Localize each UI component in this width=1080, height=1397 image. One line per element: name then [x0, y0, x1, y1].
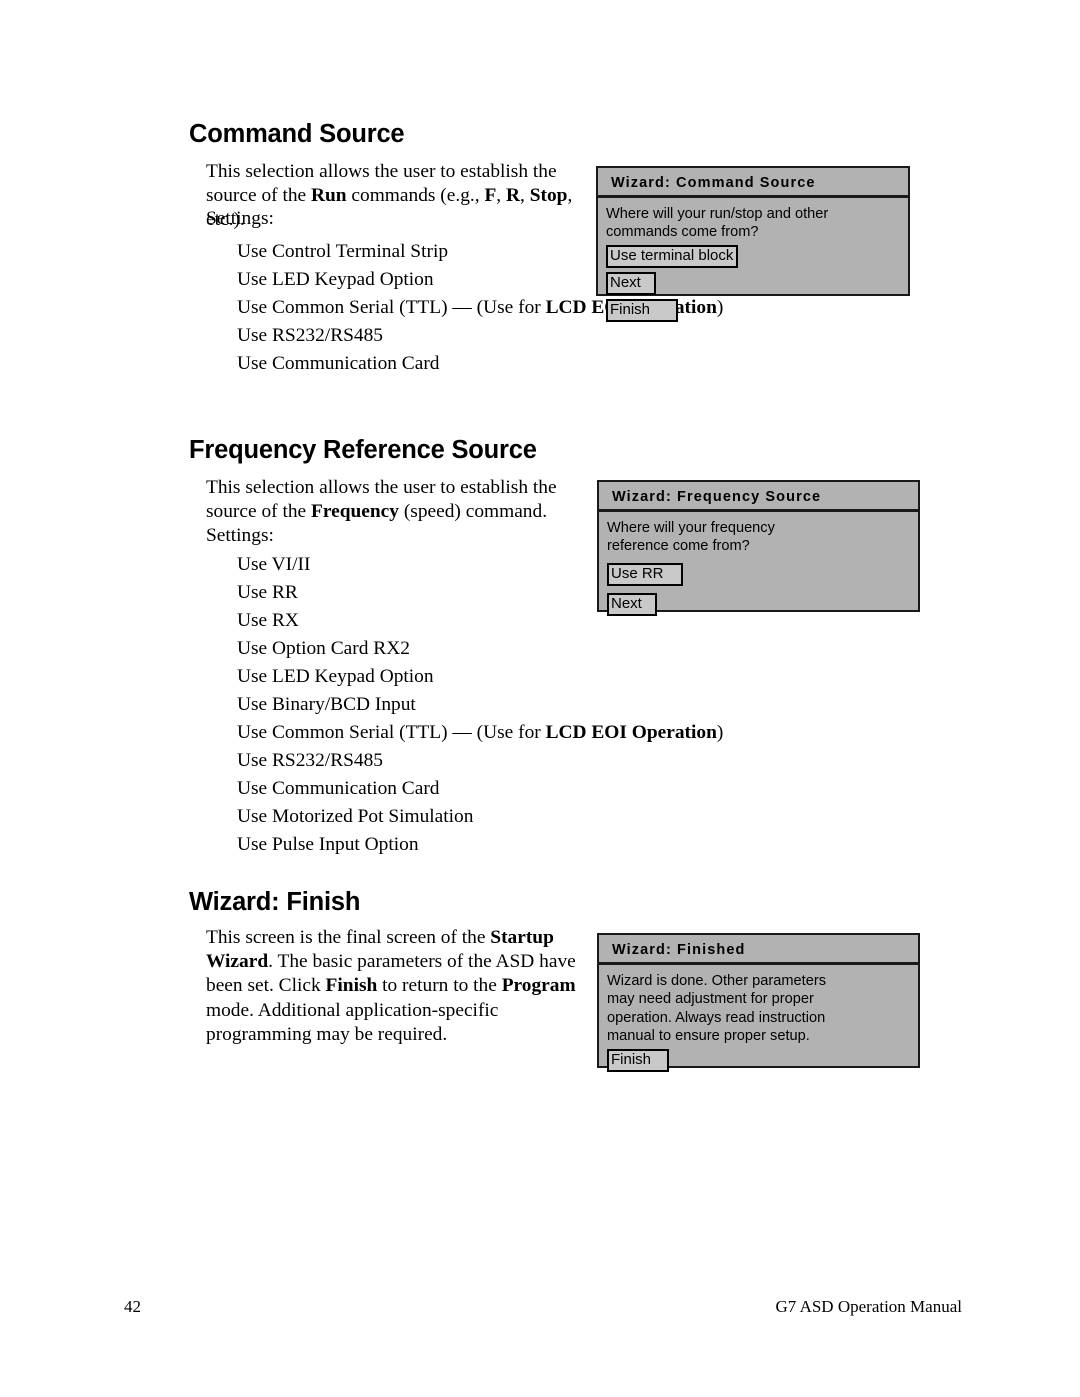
list-item: Use RS232/RS485	[237, 750, 383, 771]
button-finish[interactable]: Finish	[606, 298, 678, 322]
dialog-title-frequency-source: Wizard: Frequency Source	[599, 482, 918, 512]
paragraph-wizard-finish: This screen is the final screen of the S…	[206, 927, 576, 1045]
dialog-body-finished: Wizard is done. Other parameters may nee…	[599, 965, 918, 1072]
paragraph-frequency-reference-source: This selection allows the user to establ…	[206, 477, 557, 523]
wizard-dialog-finished: Wizard: Finished Wizard is done. Other p…	[597, 933, 920, 1072]
list-item: Use LED Keypad Option	[237, 666, 434, 687]
dialog-title-finished: Wizard: Finished	[599, 935, 918, 965]
list-item: Use LED Keypad Option	[237, 269, 434, 290]
manual-title-footer: G7 ASD Operation Manual	[775, 1297, 962, 1316]
button-next[interactable]: Next	[607, 592, 657, 616]
heading-wizard-finish: Wizard: Finish	[189, 888, 361, 916]
dialog-message-frequency-source: Where will your frequency reference come…	[607, 520, 775, 555]
wizard-dialog-command-source: Wizard: Command Source Where will your r…	[596, 166, 910, 322]
list-item: Use Common Serial (TTL) — (Use for LCD E…	[237, 722, 724, 743]
dialog-body-command-source: Where will your run/stop and other comma…	[598, 198, 908, 322]
list-item: Use RS232/RS485	[237, 325, 383, 346]
list-item: Use Communication Card	[237, 353, 440, 374]
settings-list-command-source: Use Control Terminal Strip Use LED Keypad…	[237, 238, 724, 378]
dialog-message-command-source: Where will your run/stop and other comma…	[606, 206, 829, 241]
button-use-terminal-block[interactable]: Use terminal block	[606, 244, 738, 268]
button-use-rr[interactable]: Use RR	[607, 562, 683, 586]
wizard-dialog-frequency-source: Wizard: Frequency Source Where will your…	[597, 480, 920, 616]
button-next[interactable]: Next	[606, 271, 656, 295]
list-item: Use Control Terminal Strip	[237, 241, 449, 262]
button-finish[interactable]: Finish	[607, 1048, 669, 1072]
settings-label-command-source: Settings:	[206, 208, 274, 229]
list-item: Use Option Card RX2	[237, 638, 410, 659]
heading-command-source: Command Source	[189, 120, 405, 148]
dialog-title-command-source: Wizard: Command Source	[598, 168, 908, 198]
list-item: Use Common Serial (TTL) — (Use for LCD E…	[237, 297, 724, 318]
list-item: Use Binary/BCD Input	[237, 694, 416, 715]
dialog-message-finished: Wizard is done. Other parameters may nee…	[607, 973, 826, 1045]
dialog-body-frequency-source: Where will your frequency reference come…	[599, 512, 918, 616]
list-item: Use Motorized Pot Simulation	[237, 806, 474, 827]
list-item: Use Communication Card	[237, 778, 440, 799]
settings-label-frequency-reference-source: Settings:	[206, 525, 274, 546]
heading-frequency-reference-source: Frequency Reference Source	[189, 436, 537, 464]
list-item: Use Pulse Input Option	[237, 834, 419, 855]
page-number: 42	[124, 1297, 141, 1316]
document-page: Command Source This selection allows the…	[0, 0, 1080, 1397]
